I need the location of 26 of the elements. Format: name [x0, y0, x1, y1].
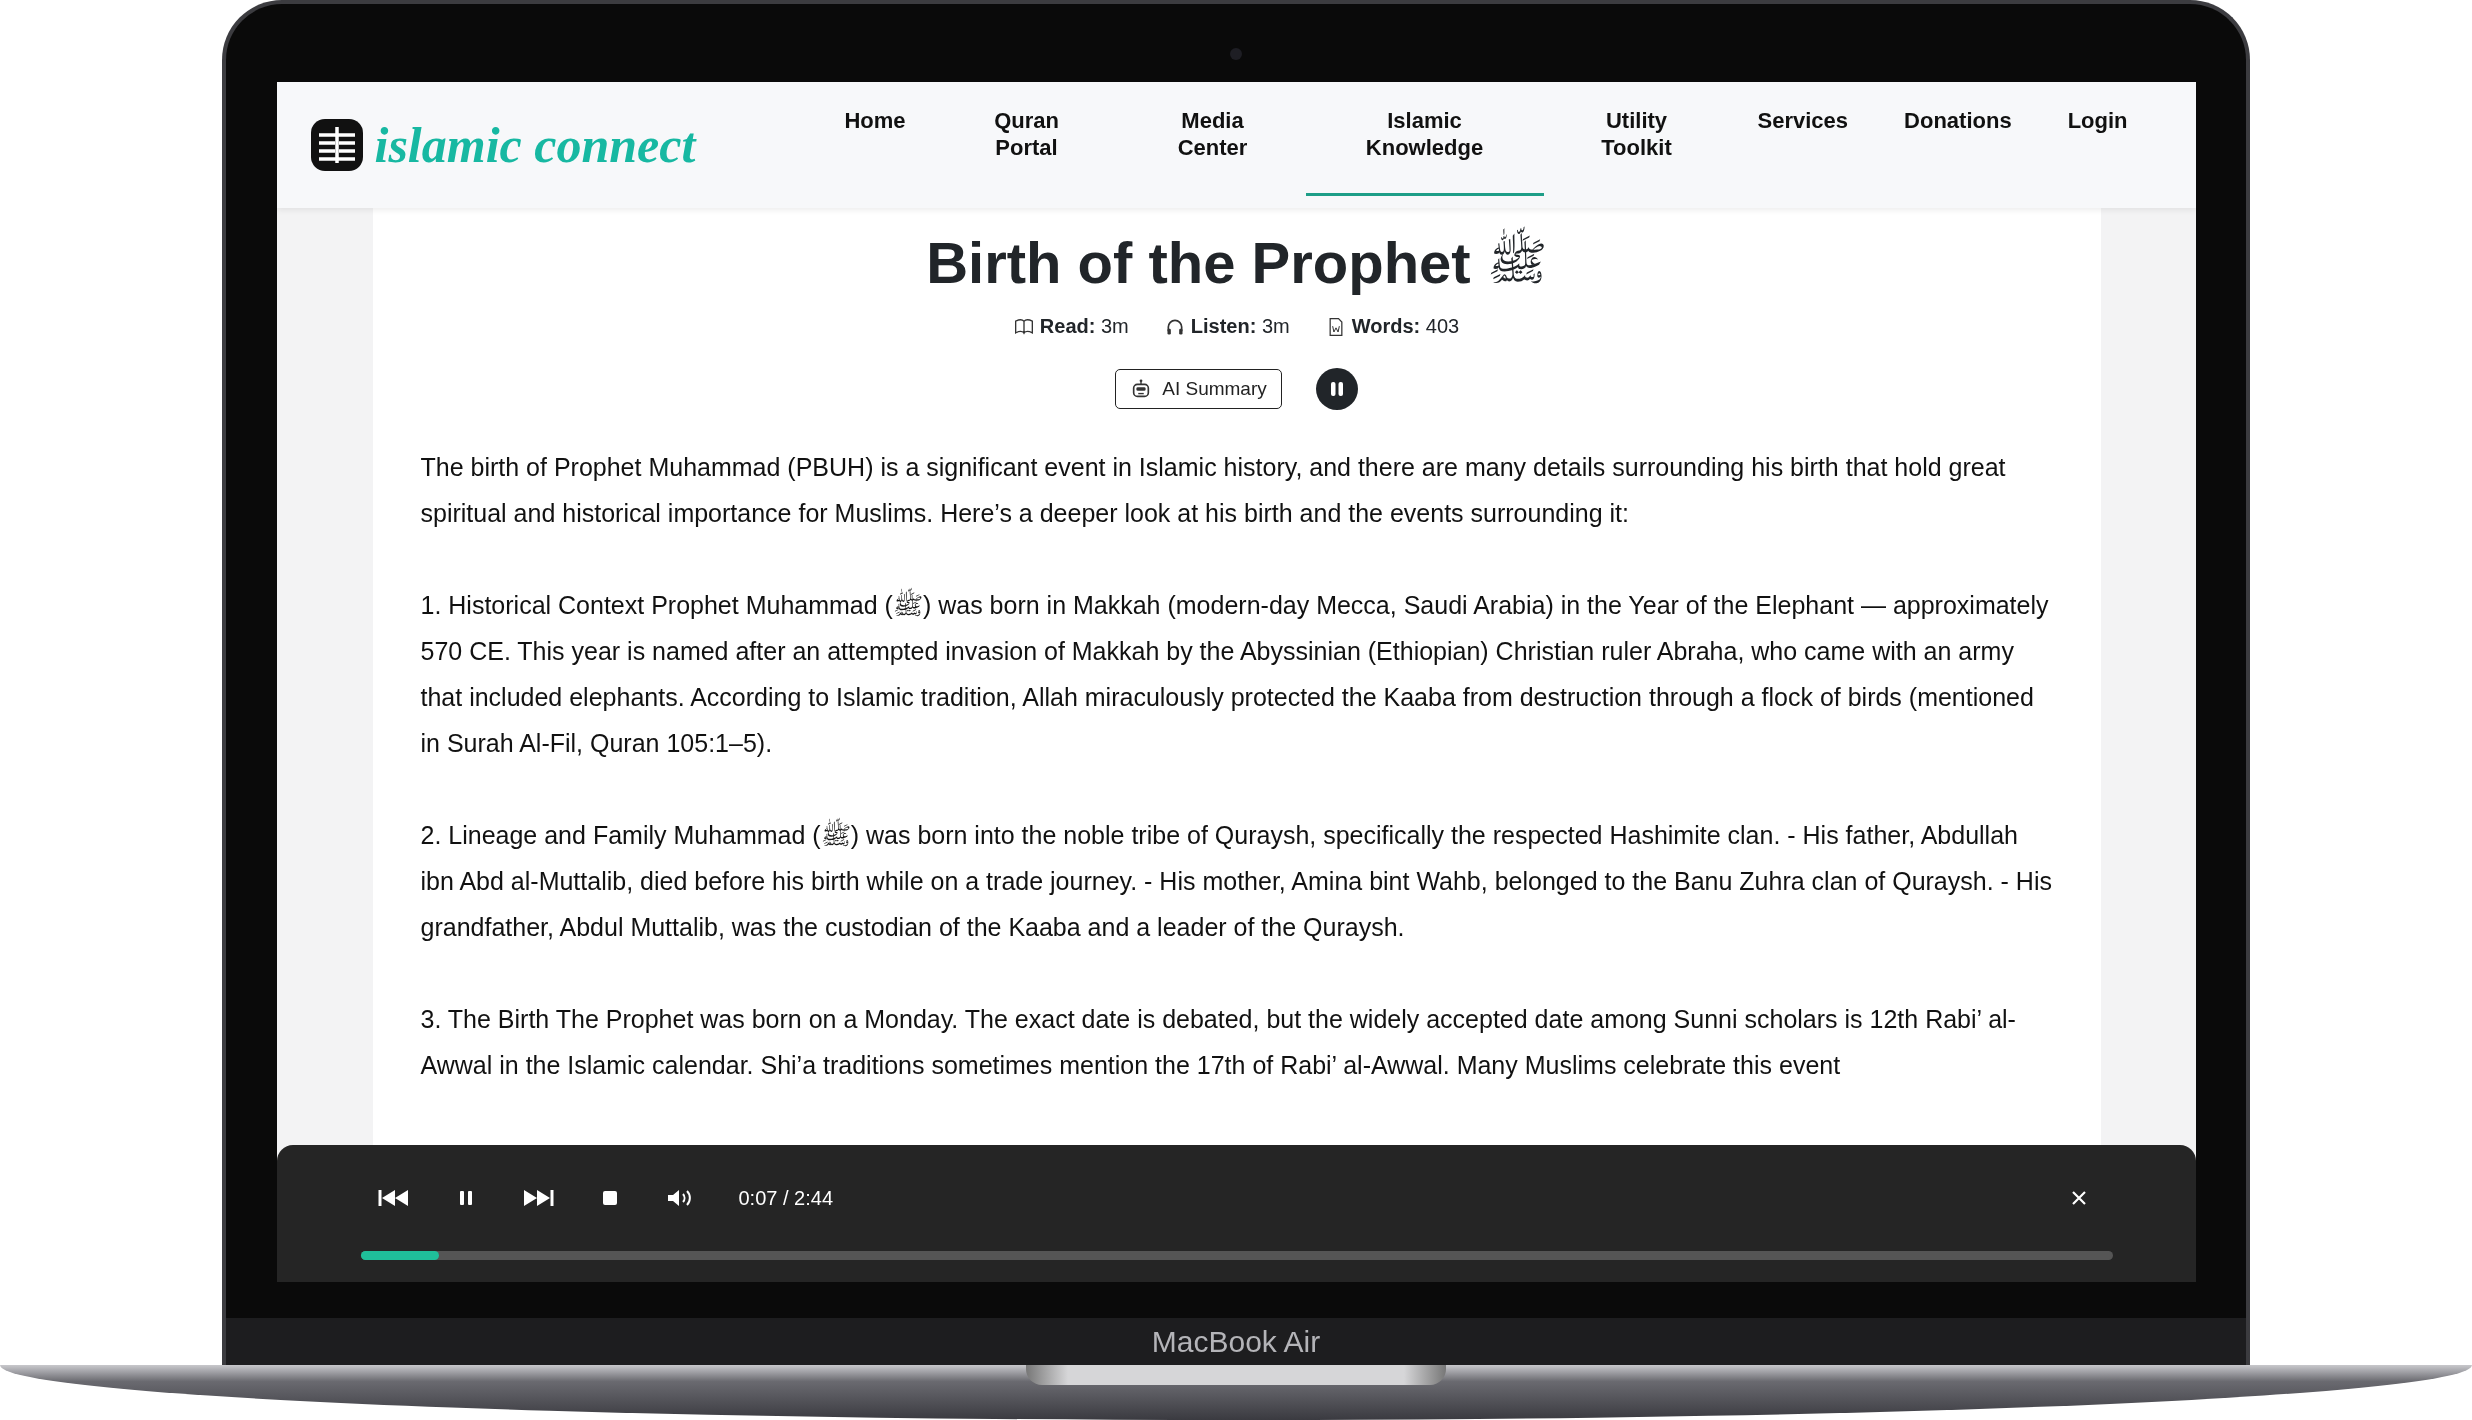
ai-summary-button[interactable]: AI Summary [1115, 369, 1282, 409]
article-paragraph: 3. The Birth The Prophet was born on a Monday. The exact date is debated, but the widely accepted date among Sunni scholars is 12th Rabi’ al-Awwal in the Islamic calendar. Shi’a traditions sometimes mention the 17th of Rabi’ al-Awwal. Many Muslims celebrate this event [420, 1004, 2017, 1081]
nav-link[interactable]: Utility Toolkit [1543, 82, 1730, 196]
meta-text: Read: 3m [1039, 315, 1129, 338]
skip-forward-icon[interactable] [521, 1187, 554, 1209]
camera-dot [1230, 48, 1242, 60]
nav-link[interactable]: Donations [1876, 82, 2040, 196]
pause-button[interactable] [1315, 368, 1358, 410]
volume-icon[interactable] [665, 1187, 694, 1209]
nav-link[interactable]: Quran Portal [933, 82, 1120, 196]
nav-link[interactable]: Home [816, 82, 934, 196]
book-icon [1013, 316, 1034, 337]
meta-text: Words: 403 [1351, 315, 1460, 338]
progress-track[interactable] [360, 1251, 2113, 1260]
logo-icon [308, 117, 365, 173]
meta-text: Listen: 3m [1190, 315, 1290, 338]
article-paragraph: The birth of Prophet Muhammad (PBUH) is a significant event in Islamic history, and there are many details surrounding his birth that hold great spiritual and historical importance for Muslims. Here’s a deeper look at his birth and the events surrounding it: [420, 452, 2007, 529]
nav-link[interactable]: Login [2039, 82, 2156, 196]
device-label: MacBook Air [1151, 1324, 1321, 1359]
article-paragraph: 1. Historical Context Prophet Muhammad (ﷺ) was born in Makkah (modern-day Mecca, Saudi Arabia) in the Year of the Elephant — approximately 570 CE. This year is named after an attempted invasion of Makkah by the Abyssinian (Ethiopian) Christian ruler Abraha, who came with an army that included elephants. According to Islamic tradition, Allah miraculously protected the Kaaba from destruction through a flock of birds (mentioned in Surah Al-Fil, Quran 105:1–5). [420, 582, 2053, 766]
nav-link[interactable]: Media Center [1119, 82, 1306, 196]
nav-link[interactable]: Islamic Knowledge [1305, 82, 1544, 196]
nav-link[interactable]: Services [1729, 82, 1877, 196]
skip-back-icon[interactable] [377, 1187, 410, 1209]
time-display: 0:07 / 2:44 [738, 1186, 834, 1210]
article-paragraph: 2. Lineage and Family Muhammad (ﷺ) was born into the noble tribe of Quraysh, specifically the respected Hashimite clan. - His father, Abdullah ibn Abd al-Muttalib, died before his birth while on a trade journey. - His mother, Amina bint Wahb, belonged to the Banu Zuhra clan of Quraysh. - His grandfather, Abdul Muttalib, was the custodian of the Kaaba and a leader of the Quraysh. [420, 812, 2053, 950]
